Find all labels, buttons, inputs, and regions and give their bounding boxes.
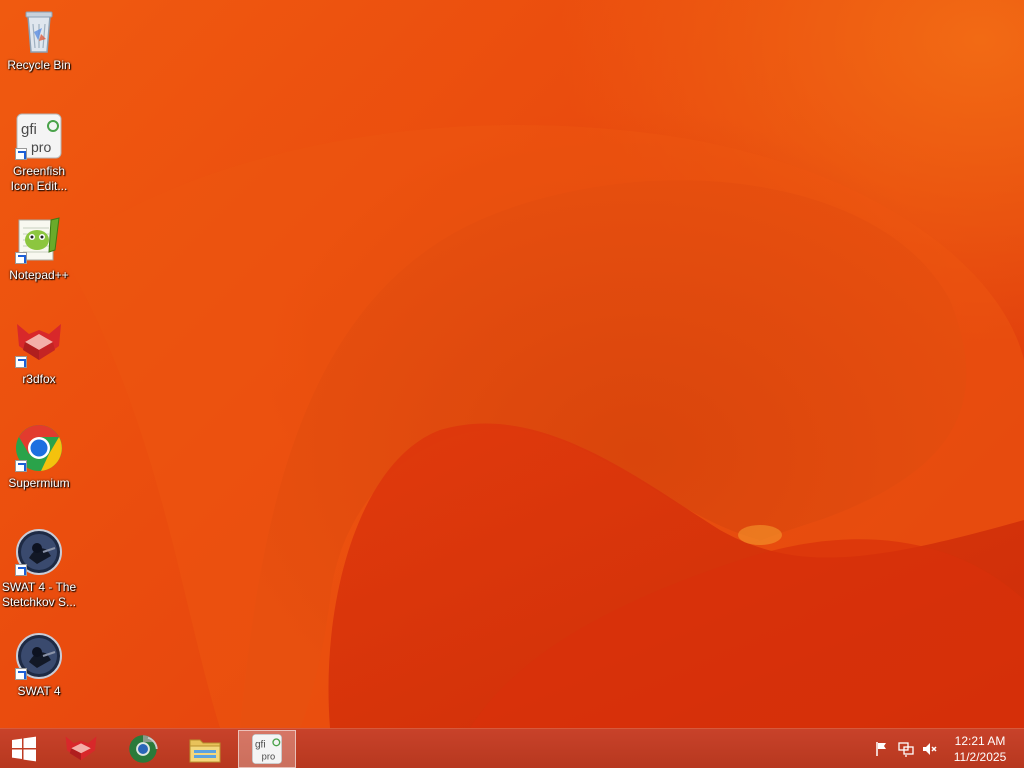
desktop-icon-notepad-plus-plus[interactable]: Notepad++	[1, 216, 77, 283]
shortcut-arrow-icon	[15, 252, 27, 264]
volume-muted-icon[interactable]	[922, 741, 938, 757]
notepad-plus-plus-icon	[15, 216, 63, 264]
windows-logo-icon	[12, 736, 36, 762]
desktop-icon-label: Greenfish Icon Edit...	[10, 164, 68, 193]
swat4-stetchkov-icon	[15, 528, 63, 576]
taskbar: gfi pro 12:21 AM 11/2/2025	[0, 728, 1024, 768]
shortcut-arrow-icon	[15, 460, 27, 472]
desktop-icon-label: Recycle Bin	[7, 58, 71, 72]
file-explorer-icon	[189, 739, 221, 763]
desktop-icon-supermium[interactable]: Supermium	[1, 424, 77, 491]
action-center-flag-icon[interactable]	[874, 741, 890, 757]
clock-date: 11/2/2025	[953, 750, 1007, 764]
shortcut-arrow-icon	[15, 356, 27, 368]
shortcut-arrow-icon	[15, 668, 27, 680]
shortcut-arrow-icon	[15, 564, 27, 576]
desktop-icon-swat4-stetchkov[interactable]: SWAT 4 - The Stetchkov S...	[1, 528, 77, 610]
wallpaper-swirl	[60, 125, 1024, 728]
r3dfox-icon	[65, 736, 97, 761]
desktop-icon-label: Notepad++	[9, 268, 69, 282]
svg-text:pro: pro	[262, 752, 275, 762]
supermium-icon	[129, 735, 158, 763]
greenfish-icon: gfi pro	[252, 734, 282, 764]
desktop-icon-greenfish[interactable]: gfi pro Greenfish Icon Edit...	[1, 112, 77, 194]
desktop-icon-label: Supermium	[8, 476, 70, 490]
desktop-icon-r3dfox[interactable]: r3dfox	[1, 320, 77, 387]
supermium-icon	[15, 424, 63, 472]
clock-time: 12:21 AM	[954, 734, 1006, 748]
desktop-icon-swat4[interactable]: SWAT 4	[1, 632, 77, 699]
recycle-bin-icon	[15, 6, 63, 54]
desktop-wallpaper	[0, 0, 1024, 728]
r3dfox-icon	[15, 320, 63, 368]
desktop-icon-recycle-bin[interactable]: Recycle Bin	[1, 6, 77, 73]
shortcut-arrow-icon	[15, 148, 27, 160]
swat4-icon	[15, 632, 63, 680]
taskbar-greenfish-button[interactable]: gfi pro	[238, 730, 296, 768]
network-icon[interactable]	[898, 741, 914, 757]
svg-text:gfi: gfi	[21, 121, 37, 138]
start-button[interactable]	[0, 730, 48, 768]
svg-text:gfi: gfi	[255, 740, 266, 751]
desktop-icon-label: SWAT 4 - The Stetchkov S...	[1, 580, 77, 609]
desktop-icon-label: r3dfox	[22, 372, 56, 386]
desktop-icon-label: SWAT 4	[17, 684, 61, 698]
svg-text:pro: pro	[31, 139, 51, 155]
taskbar-file-explorer-button[interactable]	[176, 730, 234, 768]
taskbar-r3dfox-button[interactable]	[52, 730, 110, 768]
taskbar-supermium-button[interactable]	[114, 730, 172, 768]
greenfish-icon: gfi pro	[15, 112, 63, 160]
taskbar-clock[interactable]: 12:21 AM 11/2/2025	[950, 733, 1010, 765]
